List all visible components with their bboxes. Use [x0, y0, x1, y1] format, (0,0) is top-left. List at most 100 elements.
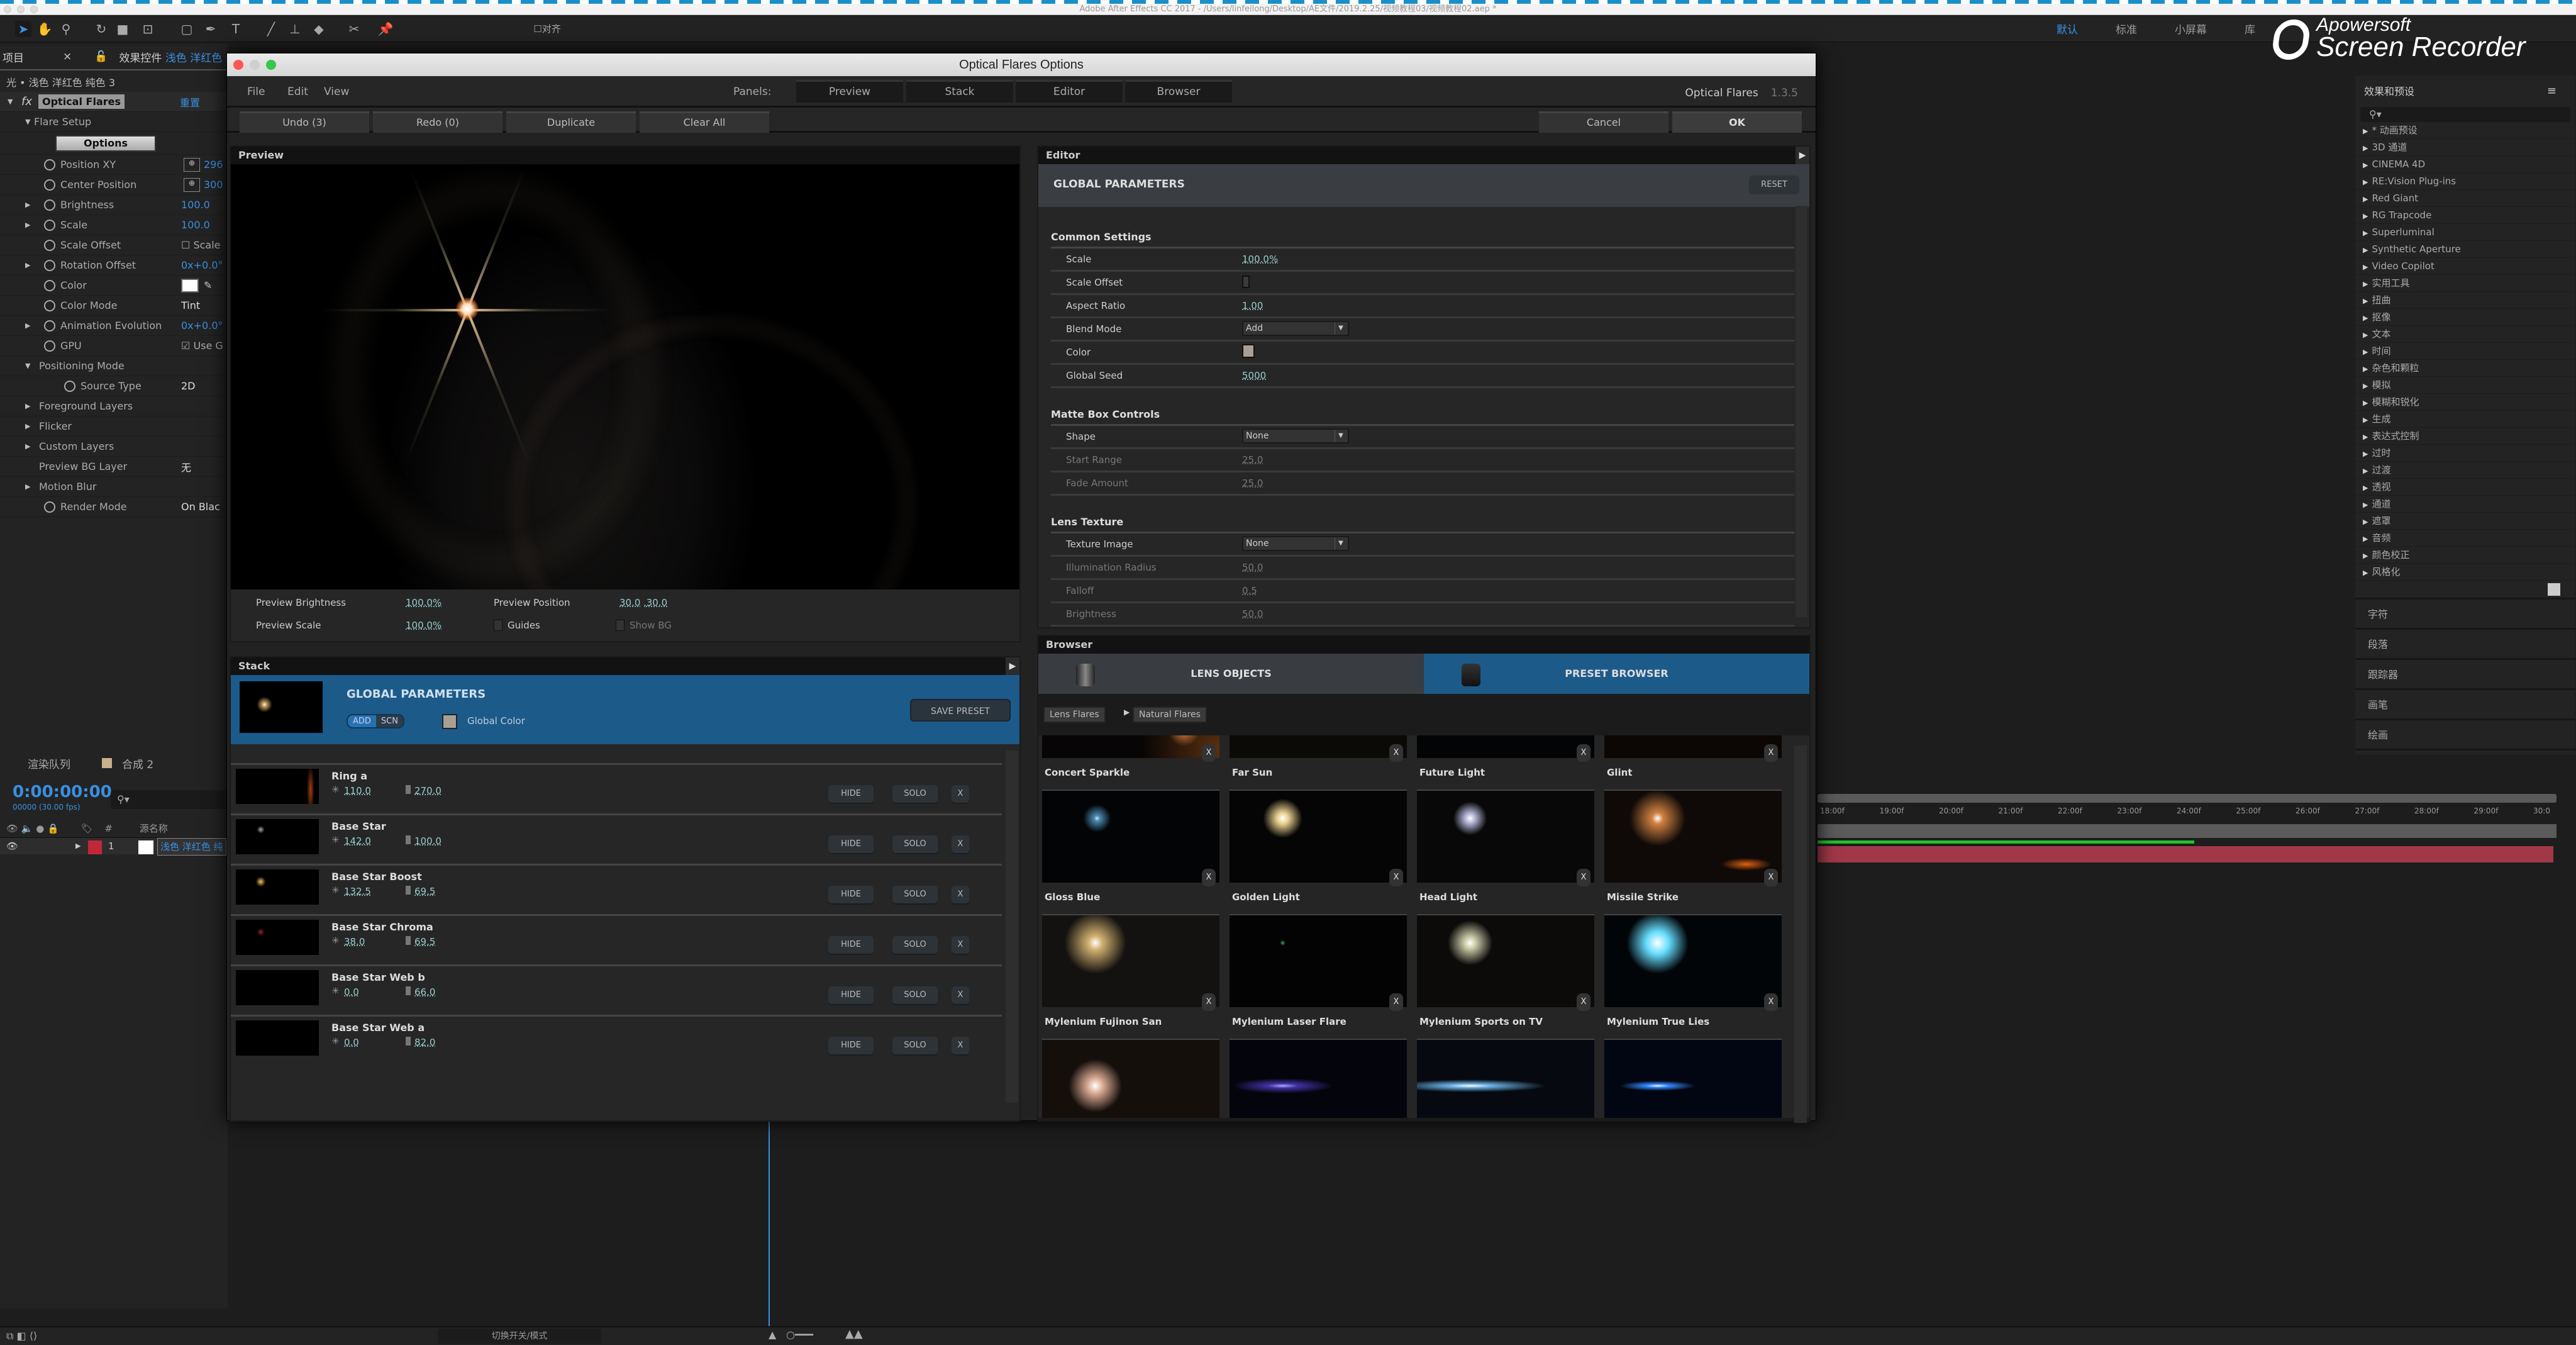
scale-offset-checkbox[interactable]	[1242, 276, 1250, 288]
rotate-tool-icon[interactable]: ↻	[93, 21, 109, 37]
effect-category-item[interactable]: ▶ Video Copilot	[2355, 258, 2575, 275]
stopwatch-icon[interactable]	[44, 219, 55, 231]
expand-triangle-icon[interactable]: ▶	[2363, 161, 2368, 169]
paragraph-panel-tab[interactable]: 段落	[2355, 630, 2575, 660]
effect-category-item[interactable]: ▶ 扭曲	[2355, 292, 2575, 309]
stack-item[interactable]: Base Star Web a ✳ 0.0 82.0 HIDE SOLO X	[231, 1015, 1002, 1065]
hide-button[interactable]: HIDE	[828, 835, 874, 853]
brush-tool-icon[interactable]: ╱	[263, 21, 279, 37]
time-navigator[interactable]	[1818, 794, 2557, 803]
effect-controls-tab[interactable]: 效果控件 浅色 洋红色 纯	[119, 49, 228, 65]
solo-button[interactable]: SOLO	[892, 986, 938, 1004]
preset-thumbnail[interactable]	[1230, 914, 1407, 1007]
dialog-minimize-button[interactable]	[250, 60, 260, 70]
redo-button[interactable]: Redo (0)	[373, 111, 502, 133]
property-value[interactable]: 300	[204, 179, 223, 191]
effect-category-item[interactable]: ▶ 时间	[2355, 343, 2575, 360]
effect-category-item[interactable]: ▶ 抠像	[2355, 309, 2575, 326]
hide-button[interactable]: HIDE	[828, 785, 874, 803]
expand-triangle-icon[interactable]: ▶	[25, 321, 34, 330]
target-icon[interactable]: ⊕	[184, 177, 200, 192]
preset-item[interactable]: X Mylenium Sports on TV	[1417, 914, 1594, 1027]
layer-name[interactable]: 浅色 洋红色 纯	[157, 838, 226, 856]
effect-category-item[interactable]: ▶ 模拟	[2355, 377, 2575, 394]
preset-item[interactable]: X Future Light	[1417, 735, 1594, 778]
delete-preset-button[interactable]: X	[1389, 993, 1403, 1011]
effect-category-item[interactable]: ▶ 表达式控制	[2355, 428, 2575, 445]
hide-button[interactable]: HIDE	[828, 986, 874, 1004]
preset-thumbnail[interactable]	[1230, 735, 1407, 758]
blend-toggle[interactable]: ADD SCN	[347, 714, 404, 728]
property-value[interactable]: 0x+0.0°	[181, 320, 223, 332]
eyedropper-icon[interactable]: ✎	[204, 279, 212, 291]
new-folder-icon[interactable]	[2548, 583, 2560, 596]
dialog-close-button[interactable]	[233, 60, 243, 70]
foreground-layers-group[interactable]: ▶ Foreground Layers	[0, 396, 228, 416]
remove-button[interactable]: X	[952, 835, 969, 853]
expand-triangle-icon[interactable]: ▶	[2363, 246, 2368, 254]
editor-scrollbar[interactable]	[1796, 206, 1807, 617]
time-ruler[interactable]: 18:00f 19:00f 20:00f 21:00f 22:00f 23:00f 24:0…	[1818, 804, 2576, 823]
stopwatch-icon[interactable]	[44, 279, 55, 291]
expand-triangle-icon[interactable]: ▶	[2363, 127, 2368, 135]
scale-offset-checkbox[interactable]: ☐ Scale	[181, 239, 220, 251]
expand-triangle-icon[interactable]: ▶	[2363, 297, 2368, 305]
solo-button[interactable]: SOLO	[892, 886, 938, 903]
expand-triangle-icon[interactable]: ▶	[2363, 144, 2368, 152]
stopwatch-icon[interactable]	[44, 299, 55, 311]
stack-item-scale[interactable]: 69.5	[414, 886, 435, 897]
reset-button[interactable]: RESET	[1749, 176, 1799, 194]
render-queue-tab[interactable]: 渲染队列	[28, 756, 70, 771]
stopwatch-icon[interactable]	[64, 380, 75, 392]
layer-row[interactable]: 👁 ▶ 1 浅色 洋红色 纯	[0, 838, 228, 856]
effect-category-item[interactable]: ▶ 过渡	[2355, 462, 2575, 479]
preset-thumbnail[interactable]	[1417, 735, 1594, 758]
camera-tool-icon[interactable]: ■	[114, 21, 131, 37]
delete-preset-button[interactable]: X	[1389, 869, 1403, 886]
tracker-panel-tab[interactable]: 跟踪器	[2355, 660, 2575, 690]
dialog-titlebar[interactable]: Optical Flares Options	[227, 53, 1816, 76]
menu-file[interactable]: File	[247, 86, 265, 98]
panel-expand-icon[interactable]: ▶	[1796, 147, 1809, 164]
color-mode-dropdown[interactable]: Tint	[181, 299, 200, 311]
stack-scrollbar[interactable]	[1006, 751, 1018, 1103]
delete-preset-button[interactable]: X	[1202, 869, 1216, 886]
expand-triangle-icon[interactable]: ▶	[2363, 348, 2368, 356]
zoom-in-icon[interactable]: ▲▲	[845, 1327, 863, 1341]
effect-category-item[interactable]: ▶ * 动画预设	[2355, 122, 2575, 139]
render-mode-dropdown[interactable]: On Blac	[181, 501, 220, 513]
expand-triangle-icon[interactable]: ▶	[2363, 212, 2368, 220]
stack-item-brightness[interactable]: 0.0	[344, 986, 359, 998]
hide-button[interactable]: HIDE	[828, 936, 874, 954]
preset-item[interactable]: X Glint	[1604, 735, 1782, 778]
workspace-default[interactable]: 默认	[2057, 21, 2078, 36]
preset-thumbnail[interactable]	[1417, 790, 1594, 883]
options-button[interactable]: Options	[55, 135, 156, 152]
type-tool-icon[interactable]: T	[228, 21, 244, 37]
current-timecode[interactable]: 0:00:00:00	[13, 783, 112, 801]
toggle-switches-modes-button[interactable]: 切换开关/模式	[438, 1329, 601, 1344]
crumb-natural-flares[interactable]: Natural Flares	[1133, 706, 1207, 723]
panel-toggle-browser[interactable]: Browser	[1125, 80, 1232, 103]
effect-category-item[interactable]: ▶ 过时	[2355, 445, 2575, 462]
stopwatch-icon[interactable]	[44, 259, 55, 271]
timeline-search-input[interactable]: ⚲▾	[111, 790, 228, 809]
expand-triangle-icon[interactable]: ▶	[2363, 450, 2368, 458]
effects-search-input[interactable]: ⚲▾	[2360, 107, 2570, 122]
effect-category-item[interactable]: ▶ 颜色校正	[2355, 547, 2575, 564]
expand-triangle-icon[interactable]: ▶	[2363, 501, 2368, 509]
preset-thumbnail[interactable]	[1042, 735, 1219, 758]
shape-dropdown[interactable]: None	[1242, 428, 1349, 444]
scale-value[interactable]: 100.0%	[1242, 254, 1278, 265]
color-swatch[interactable]	[1242, 344, 1255, 358]
expand-triangle-icon[interactable]: ▶	[2363, 280, 2368, 288]
stack-item-brightness[interactable]: 142.0	[344, 835, 371, 847]
preset-item[interactable]: X Mylenium Fujinon San	[1042, 914, 1219, 1027]
flare-preview-canvas[interactable]	[231, 164, 1019, 589]
stack-item[interactable]: Base Star Boost ✳ 132.5 69.5 HIDE SOLO X	[231, 864, 1002, 914]
preset-item[interactable]: X	[1230, 1039, 1407, 1118]
zoom-window-button[interactable]	[30, 6, 38, 13]
menu-view[interactable]: View	[324, 86, 349, 98]
menu-edit[interactable]: Edit	[287, 86, 308, 98]
roto-brush-tool-icon[interactable]: ✂	[346, 21, 362, 37]
